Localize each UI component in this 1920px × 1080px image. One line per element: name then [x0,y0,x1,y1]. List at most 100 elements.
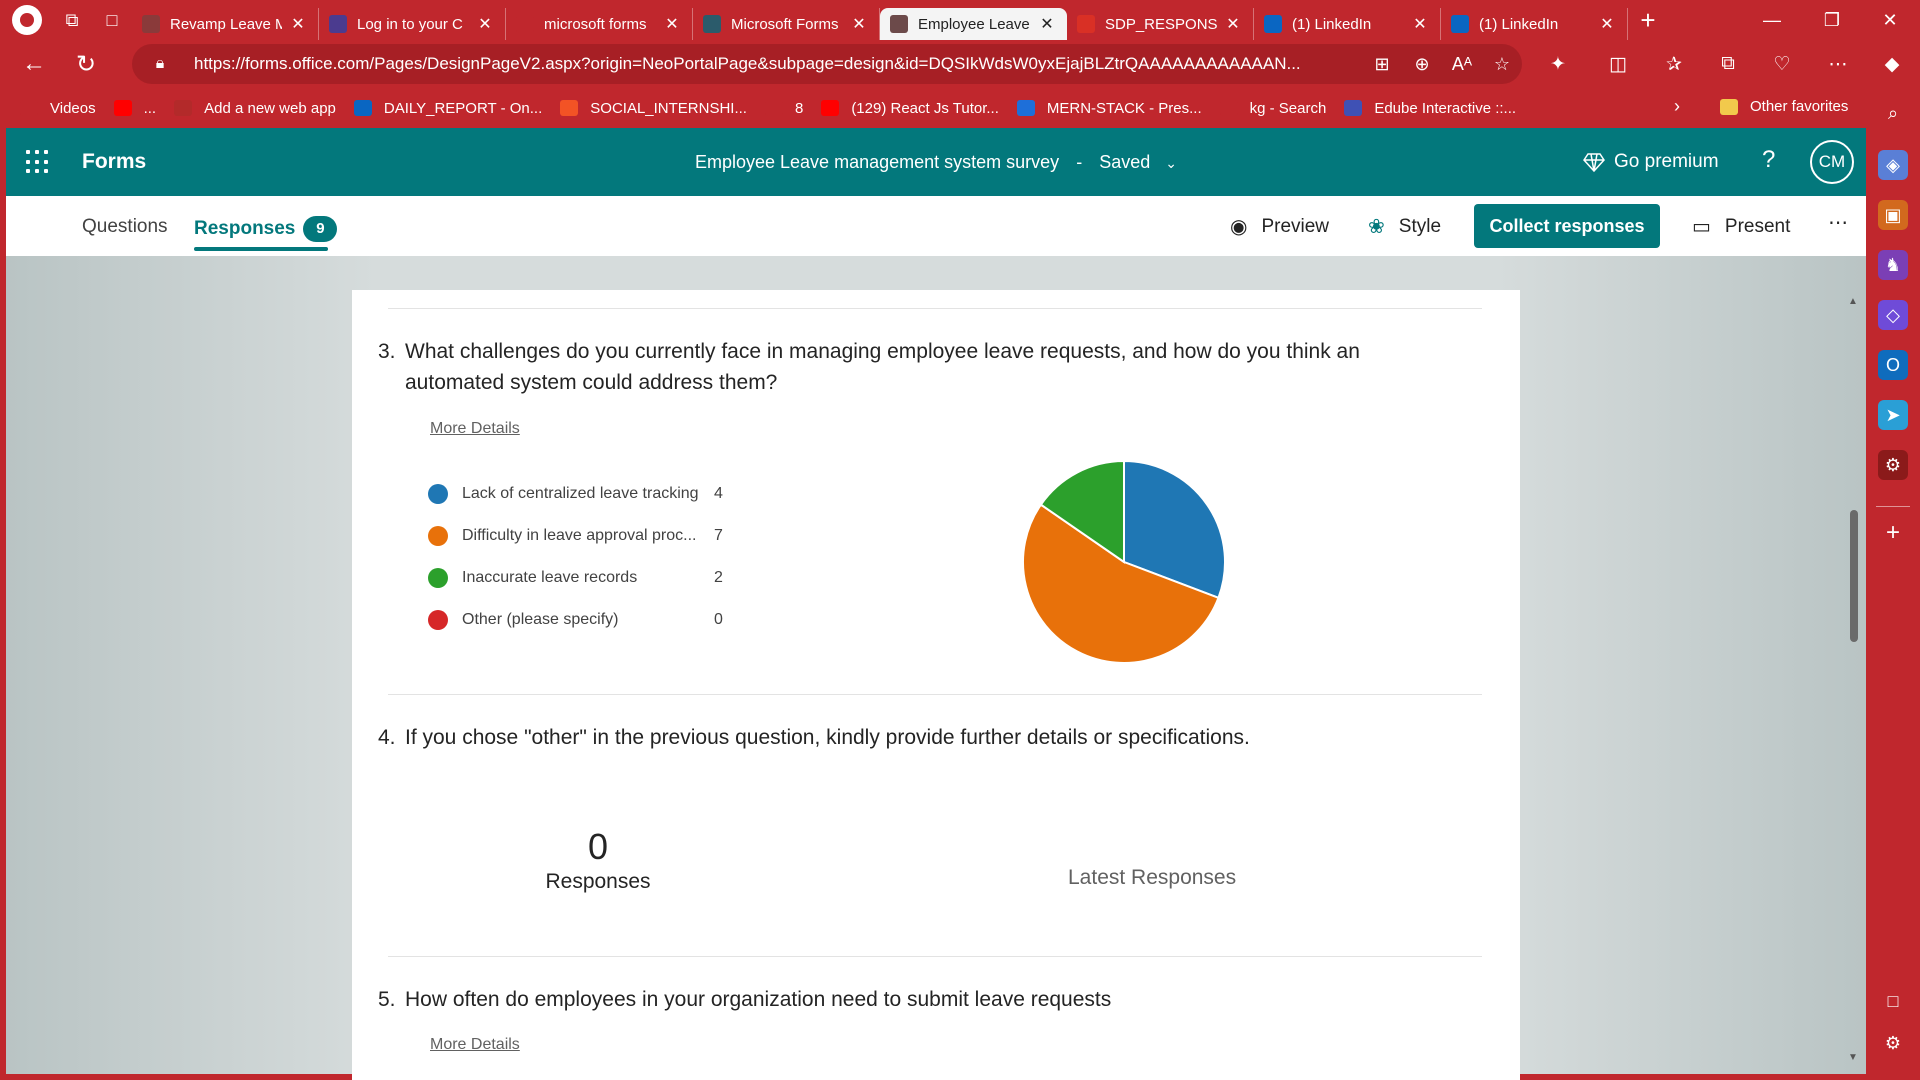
split-screen-icon[interactable]: ◫ [1598,44,1638,84]
url-text[interactable]: https://forms.office.com/Pages/DesignPag… [180,54,1362,74]
monitor-icon: ▭ [1692,216,1711,238]
back-icon[interactable]: ← [12,44,56,84]
eye-icon: ◉ [1230,216,1248,238]
scrollbar-thumb[interactable] [1850,510,1858,642]
diamond-icon [1583,153,1605,173]
close-tab-icon[interactable]: ✕ [475,14,495,34]
legend-dot-green [428,568,448,588]
latest-responses-label[interactable]: Latest Responses [1068,866,1236,890]
tab-favicon-icon [1077,15,1095,33]
scroll-down-arrow-icon[interactable]: ▼ [1848,1052,1858,1063]
browser-tab[interactable]: Microsoft Forms ✕ [693,8,880,40]
favorite-link[interactable]: 8 [764,99,804,117]
collections-icon[interactable]: ⧉ [1708,44,1748,84]
app-gear-icon[interactable]: ⚙ [1878,450,1908,480]
minimize-icon[interactable]: — [1744,0,1800,40]
sidebar-settings-icon[interactable]: ⚙ [1878,1028,1908,1058]
more-details-link[interactable]: More Details [430,1036,520,1054]
palette-icon: ❀ [1368,216,1385,238]
close-window-icon[interactable]: ✕ [1862,0,1918,40]
pie-chart[interactable] [1020,458,1228,666]
other-favorites-folder[interactable]: Other favorites [1720,98,1848,115]
chevron-right-icon[interactable]: › [1674,96,1680,117]
go-premium-button[interactable]: Go premium [1582,150,1719,174]
add-icon[interactable]: + [1878,518,1908,548]
profile-icon[interactable] [12,5,42,35]
favorite-link[interactable]: Videos [20,100,96,117]
settings-more-icon[interactable]: ⋯ [1818,44,1858,84]
favorite-star-icon[interactable]: ☆ [1482,54,1522,75]
help-icon[interactable]: ? [1762,146,1775,174]
more-options-icon[interactable]: ⋯ [1828,210,1849,235]
search-icon[interactable]: ⌕ [1878,98,1908,128]
browser-tab[interactable]: (1) LinkedIn ✕ [1441,8,1628,40]
refresh-icon[interactable]: ↻ [64,44,108,84]
favorite-link[interactable]: Edube Interactive ::... [1344,100,1516,117]
favorites-icon[interactable]: ✰ [1654,44,1694,84]
shopping-tag-icon[interactable]: ◈ [1878,150,1908,180]
vertical-tabs-icon[interactable]: □ [92,0,132,40]
preview-button[interactable]: ◉ Preview [1230,214,1329,239]
favorite-favicon-icon [1016,100,1035,116]
favorite-link[interactable]: SOCIAL_INTERNSHI... [560,100,747,117]
favorite-link[interactable]: kg - Search [1219,100,1326,117]
browser-tab[interactable]: microsoft forms ✕ [506,8,693,40]
browser-tab[interactable]: (1) LinkedIn ✕ [1254,8,1441,40]
close-tab-icon[interactable]: ✕ [1223,14,1243,34]
favorite-label: Edube Interactive ::... [1374,99,1517,117]
favorite-link[interactable]: Add a new web app [174,100,336,117]
close-tab-icon[interactable]: ✕ [1597,14,1617,34]
form-title[interactable]: Employee Leave management system survey [695,152,1059,172]
legend-value: 7 [714,527,723,544]
favorite-favicon-icon [353,100,372,116]
lock-icon[interactable]: 🔒︎ [140,55,180,73]
tools-briefcase-icon[interactable]: ▣ [1878,200,1908,230]
microsoft-365-icon[interactable]: ◇ [1878,300,1908,330]
extensions-icon[interactable]: ✦ [1538,44,1578,84]
address-bar[interactable]: 🔒︎ https://forms.office.com/Pages/Design… [132,44,1522,84]
favorite-link[interactable]: ... [113,100,156,117]
zoom-icon[interactable]: ⊕ [1402,54,1442,75]
app-available-icon[interactable]: ⊞ [1362,54,1402,75]
favorite-label: Videos [50,99,96,117]
responses-card: 3. What challenges do you currently face… [352,290,1520,1080]
favorite-link[interactable]: DAILY_REPORT - On... [353,100,542,117]
collect-responses-button[interactable]: Collect responses [1474,204,1660,248]
send-icon[interactable]: ➤ [1878,400,1908,430]
tab-responses[interactable]: Responses 9 [194,216,338,251]
games-icon[interactable]: ♞ [1878,250,1908,280]
divider [388,308,1482,309]
chevron-down-icon[interactable]: ⌄ [1165,155,1177,171]
close-tab-icon[interactable]: ✕ [662,14,682,34]
browser-tab[interactable]: Employee Leave ✕ [880,8,1067,40]
favorite-link[interactable]: MERN-STACK - Pres... [1016,100,1202,117]
tab-favicon-icon [703,15,721,33]
workspaces-icon[interactable]: ⧉ [52,0,92,40]
favorite-label: 8 [794,99,804,117]
browser-tab[interactable]: Revamp Leave M ✕ [132,8,319,40]
avatar[interactable]: CM [1810,140,1854,184]
close-tab-icon[interactable]: ✕ [1410,14,1430,34]
hide-sidebar-icon[interactable]: □ [1878,986,1908,1016]
copilot-icon[interactable]: ◆ [1872,44,1912,84]
scroll-up-arrow-icon[interactable]: ▲ [1848,296,1858,307]
favorite-favicon-icon [113,100,132,116]
close-tab-icon[interactable]: ✕ [288,14,308,34]
tab-questions[interactable]: Questions [82,216,168,238]
favorite-link[interactable]: (129) React Js Tutor... [821,100,999,117]
outlook-icon[interactable]: O [1878,350,1908,380]
close-tab-icon[interactable]: ✕ [849,14,869,34]
folder-icon [1720,98,1738,115]
present-button[interactable]: ▭ Present [1692,214,1790,239]
read-aloud-icon[interactable]: Aᴬ [1442,54,1482,75]
divider [388,694,1482,695]
style-button[interactable]: ❀ Style [1368,214,1441,239]
browser-tab[interactable]: Log in to your C ✕ [319,8,506,40]
new-tab-icon[interactable]: + [1628,5,1668,36]
tab-title: (1) LinkedIn [1479,15,1559,33]
browser-tab[interactable]: SDP_RESPONSE ✕ [1067,8,1254,40]
restore-icon[interactable]: ❐ [1804,0,1860,40]
close-tab-icon[interactable]: ✕ [1037,14,1057,34]
more-details-link[interactable]: More Details [430,420,520,438]
browser-essentials-icon[interactable]: ♡ [1762,44,1802,84]
